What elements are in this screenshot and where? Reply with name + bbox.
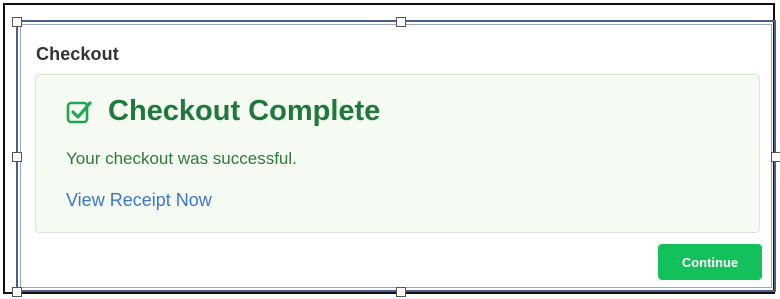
success-heading: Checkout Complete xyxy=(108,95,381,127)
resize-handle-top-center[interactable] xyxy=(396,17,406,27)
resize-handle-top-left[interactable] xyxy=(12,17,22,27)
success-message: Your checkout was successful. xyxy=(66,149,297,168)
continue-button[interactable]: Continue xyxy=(658,244,762,280)
resize-handle-middle-right[interactable] xyxy=(771,152,780,162)
view-receipt-link[interactable]: View Receipt Now xyxy=(66,190,212,211)
checkout-dialog: Checkout Checkout Complete Your checkout… xyxy=(24,28,770,286)
success-panel: Checkout Complete Your checkout was succ… xyxy=(35,74,760,233)
resize-handle-middle-left[interactable] xyxy=(12,152,22,162)
success-heading-row: Checkout Complete xyxy=(66,95,380,128)
dialog-title: Checkout xyxy=(36,44,119,64)
checkbox-checked-icon xyxy=(66,100,92,123)
screenshot-stage: Checkout Checkout Complete Your checkout… xyxy=(0,0,780,299)
resize-handle-bottom-center[interactable] xyxy=(396,287,406,297)
resize-handle-bottom-left[interactable] xyxy=(12,287,22,297)
